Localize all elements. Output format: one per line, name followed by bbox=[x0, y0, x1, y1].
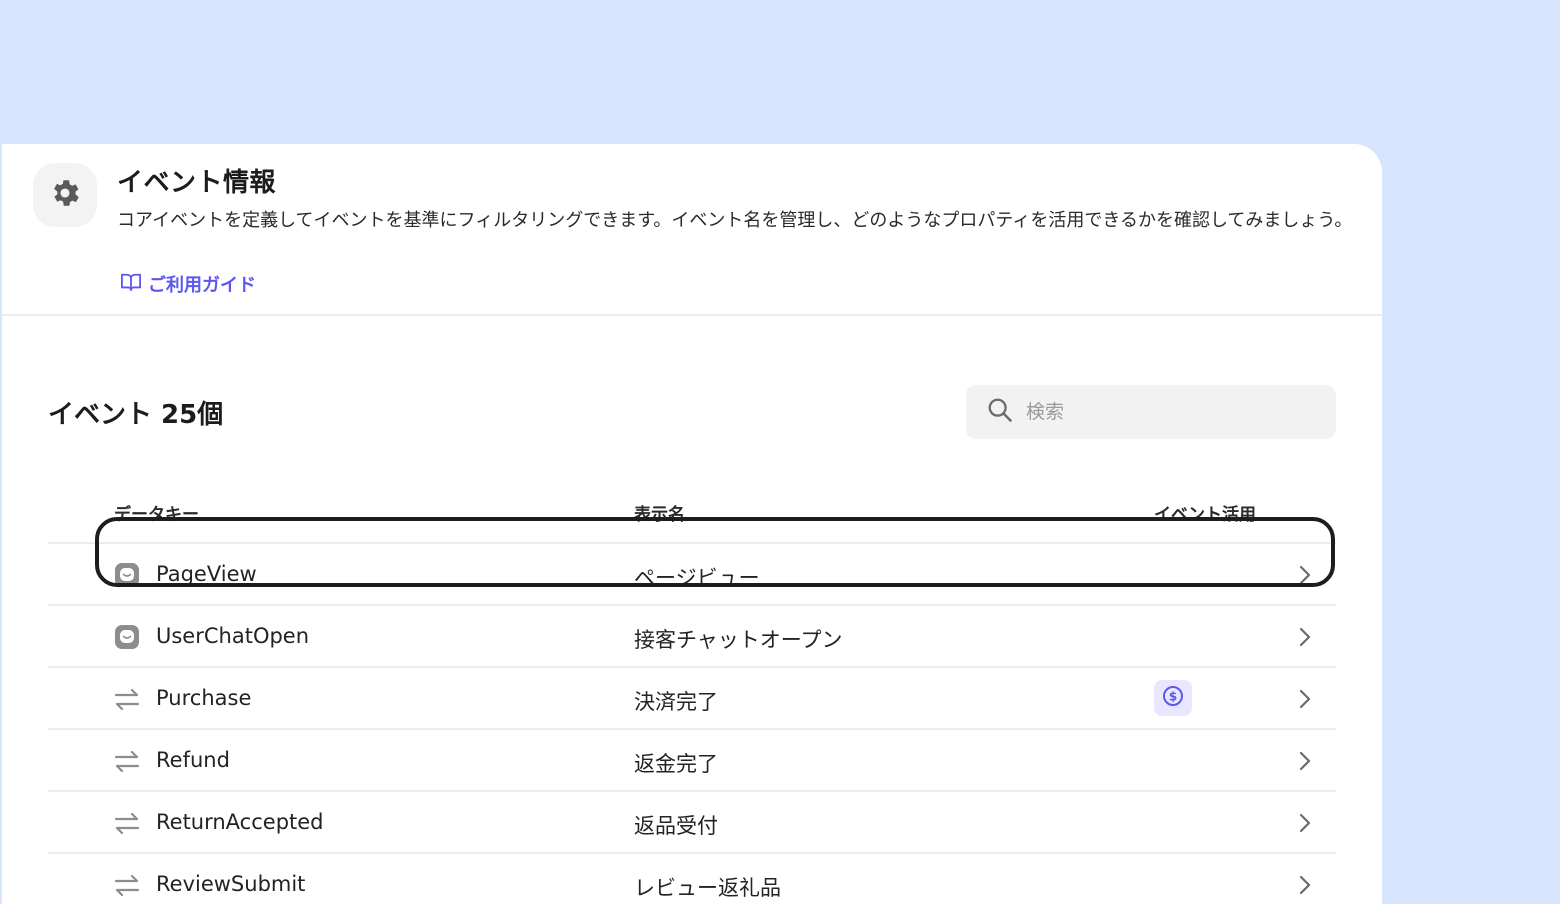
event-count-title: イベント 25個 bbox=[48, 400, 224, 430]
usage-guide-label: ご利用ガイド bbox=[148, 275, 256, 296]
chevron-right-icon bbox=[1298, 750, 1312, 776]
sync-arrows-icon bbox=[114, 872, 140, 898]
revenue-usage-badge: $ bbox=[1154, 680, 1192, 716]
table-row[interactable]: ReturnAccepted 返品受付 bbox=[48, 792, 1336, 854]
column-header-data-key: データキー bbox=[114, 505, 199, 525]
table-header: データキー 表示名 イベント活用 bbox=[48, 484, 1336, 544]
chevron-right-icon bbox=[1298, 564, 1312, 590]
column-header-display-name: 表示名 bbox=[634, 505, 685, 525]
chevron-right-icon bbox=[1298, 688, 1312, 714]
event-data-key: Refund bbox=[156, 748, 230, 772]
event-data-key: Purchase bbox=[156, 686, 252, 710]
sync-arrows-icon bbox=[114, 748, 140, 774]
book-icon bbox=[120, 272, 142, 297]
event-info-panel: イベント情報 コアイベントを定義してイベントを基準にフィルタリングできます。イベ… bbox=[2, 144, 1382, 904]
chevron-right-icon bbox=[1298, 874, 1312, 900]
search-box[interactable] bbox=[966, 385, 1336, 439]
channel-chat-icon bbox=[114, 624, 140, 650]
gear-icon bbox=[48, 176, 82, 214]
page-description: コアイベントを定義してイベントを基準にフィルタリングできます。イベント名を管理し… bbox=[117, 210, 1353, 231]
event-data-key: ReviewSubmit bbox=[156, 872, 306, 896]
page-title: イベント情報 bbox=[117, 168, 277, 198]
table-row[interactable]: ReviewSubmit レビュー返礼品 bbox=[48, 854, 1336, 904]
event-data-key: PageView bbox=[156, 562, 257, 586]
table-row[interactable]: UserChatOpen 接客チャットオープン bbox=[48, 606, 1336, 668]
event-display-name: 返金完了 bbox=[634, 752, 718, 776]
search-input[interactable] bbox=[1024, 400, 1308, 424]
event-info-header: イベント情報 コアイベントを定義してイベントを基準にフィルタリングできます。イベ… bbox=[2, 144, 1382, 316]
table-row[interactable]: Refund 返金完了 bbox=[48, 730, 1336, 792]
sync-arrows-icon bbox=[114, 686, 140, 712]
dollar-coin-icon: $ bbox=[1162, 685, 1184, 711]
channel-chat-icon bbox=[114, 562, 140, 588]
usage-guide-link[interactable]: ご利用ガイド bbox=[120, 271, 256, 297]
svg-text:$: $ bbox=[1169, 690, 1177, 704]
sync-arrows-icon bbox=[114, 810, 140, 836]
event-display-name: レビュー返礼品 bbox=[634, 876, 781, 900]
search-icon bbox=[986, 396, 1014, 428]
table-row[interactable]: PageView ページビュー bbox=[48, 544, 1336, 606]
event-display-name: 接客チャットオープン bbox=[634, 628, 843, 652]
event-table-body: PageView ページビュー UserChatOpen 接客チャットオープン bbox=[48, 544, 1336, 904]
event-display-name: 決済完了 bbox=[634, 690, 718, 714]
event-data-key: ReturnAccepted bbox=[156, 810, 324, 834]
table-row[interactable]: Purchase 決済完了 $ bbox=[48, 668, 1336, 730]
column-header-usage: イベント活用 bbox=[1154, 505, 1256, 525]
settings-badge bbox=[33, 163, 97, 227]
event-display-name: 返品受付 bbox=[634, 814, 718, 838]
chevron-right-icon bbox=[1298, 626, 1312, 652]
event-display-name: ページビュー bbox=[634, 566, 760, 590]
event-data-key: UserChatOpen bbox=[156, 624, 310, 648]
chevron-right-icon bbox=[1298, 812, 1312, 838]
